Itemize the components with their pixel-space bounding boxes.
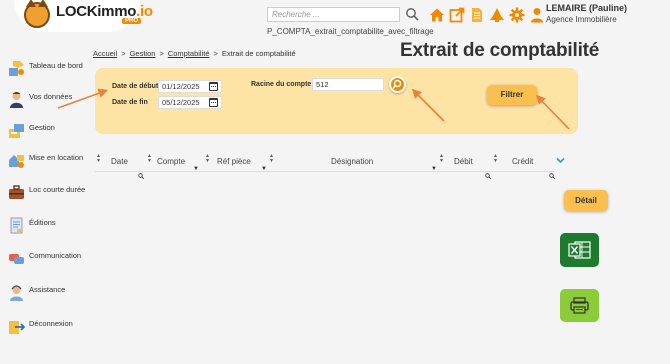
pro-badge: PRO [122,18,142,24]
breadcrumb-accueil[interactable]: Accueil [93,49,117,58]
account-root-input[interactable]: 512 [312,78,384,91]
logout-icon [8,318,26,335]
sort-icon[interactable]: ▲ ▼ [96,154,101,164]
breadcrumb-gestion[interactable]: Gestion [130,49,156,58]
sidebar-item-mise-en-location[interactable]: Mise en location [8,152,83,169]
document-icon[interactable] [469,7,485,23]
detail-button[interactable]: Détail [564,190,608,211]
user-name[interactable]: LEMAIRE (Pauline) [546,3,627,13]
chevron-down-icon[interactable] [556,151,565,169]
user-agency: Agence Immobilière [546,15,617,24]
sort-icon[interactable]: ▲ ▼ [493,154,498,164]
person-icon [8,91,25,108]
end-date-value: 05/12/2025 [162,98,200,107]
top-toolbar [429,7,545,23]
column-header-date[interactable]: Date [111,157,128,166]
sidebar-item-vos-donnees[interactable]: Vos données [8,91,72,108]
breadcrumb-comptabilite[interactable]: Comptabilité [168,49,210,58]
column-header-credit[interactable]: Crédit [512,157,533,166]
chat-icon [8,250,25,267]
settings-gear-icon[interactable] [509,7,525,23]
start-date-value: 01/12/2025 [162,82,200,91]
column-header-designation[interactable]: Désignation [331,157,373,166]
sidebar-item-gestion[interactable]: Gestion [8,122,55,139]
column-search-icon[interactable] [549,166,556,180]
print-button[interactable] [560,289,599,322]
user-icon[interactable] [529,7,545,23]
breadcrumb-current: Extrait de comptabilité [221,49,296,58]
sidebar-item-deconnexion[interactable]: Déconnexion [8,318,73,335]
excel-export-button[interactable] [560,233,599,267]
home-icon[interactable] [429,7,445,23]
column-filter-icon[interactable]: ▼ [193,166,199,172]
page-title: Extrait de comptabilité [400,40,600,61]
breadcrumb: Accueil > Gestion > Comptabilité > Extrait de … [93,49,296,58]
search-icon[interactable] [405,7,419,21]
suitcase-icon [8,184,25,201]
filter-panel: Date de début 01/12/2025 Date de fin 05/… [95,68,578,134]
sort-icon[interactable]: ▲ ▼ [147,154,152,164]
sort-icon[interactable]: ▲ ▼ [205,154,210,164]
sidebar-item-communication[interactable]: Communication [8,250,81,267]
alert-icon[interactable] [489,7,505,23]
cat-logo-icon [24,0,50,28]
app-logo[interactable]: LOCKimmo.io PRO [14,0,153,32]
end-date-field[interactable]: 05/12/2025 [158,96,222,109]
search-input[interactable] [267,7,400,22]
print-doc-icon [8,217,25,234]
filter-button[interactable]: Filtrer [487,85,537,105]
table-header: ▲ ▼ Date ▲ ▼ Compte ▼ ▲ ▼ Réf pièce ▼ ▲ ▼ Dé… [95,152,556,180]
sort-icon[interactable]: ▲ ▼ [269,154,274,164]
support-icon [8,284,25,301]
column-header-ref-piece[interactable]: Réf pièce [217,157,251,166]
column-header-compte[interactable]: Compte [157,157,185,166]
dashboard-icon [8,60,25,77]
column-search-icon[interactable] [138,166,145,180]
excel-export-icon [568,241,591,259]
search-icon [392,79,402,89]
printer-icon [570,297,589,314]
calendar-icon[interactable] [209,82,218,91]
column-filter-icon[interactable]: ▼ [431,166,437,172]
sidebar-item-dashboard[interactable]: Tableau de bord [8,60,83,77]
account-search-button[interactable] [389,76,406,93]
account-root-label: Racine du compte [251,81,312,88]
column-filter-icon[interactable]: ▼ [261,166,267,172]
file-caption: P_COMPTA_extrait_comptabilite_avec_filtr… [267,27,434,36]
rental-icon [8,152,25,169]
calendar-icon[interactable] [209,98,218,107]
end-date-label: Date de fin [112,99,148,106]
column-search-icon[interactable] [485,166,492,180]
sidebar-item-assistance[interactable]: Assistance [8,284,65,301]
sidebar-item-loc-courte-duree[interactable]: Loc courte durée [8,184,85,201]
management-icon [8,122,25,139]
sidebar-item-editions[interactable]: Éditions [8,217,56,234]
column-header-debit[interactable]: Débit [454,157,473,166]
sort-icon[interactable]: ▲ ▼ [439,154,444,164]
external-link-icon[interactable] [449,7,465,23]
start-date-field[interactable]: 01/12/2025 [158,80,222,93]
start-date-label: Date de début [112,83,159,90]
